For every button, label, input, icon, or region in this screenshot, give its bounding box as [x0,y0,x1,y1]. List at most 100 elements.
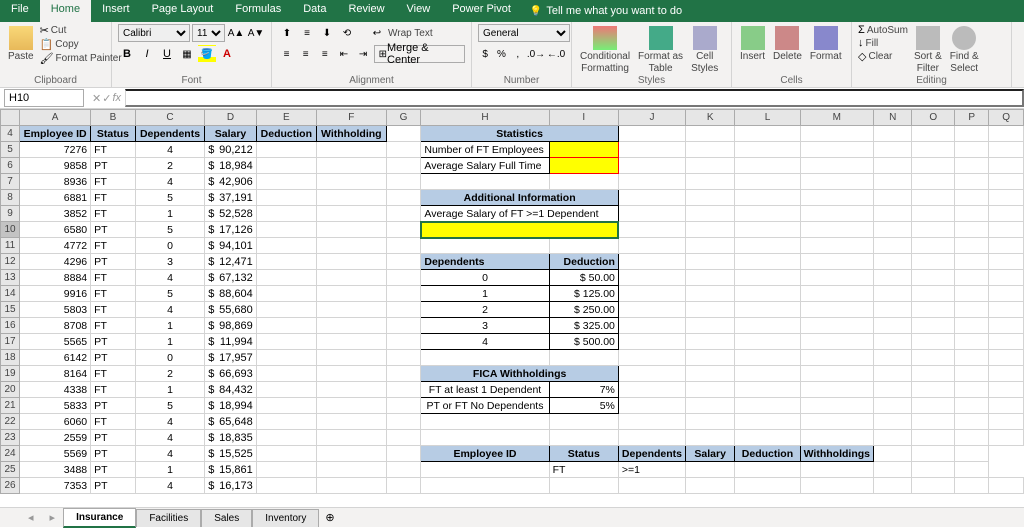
worksheet-grid[interactable]: ABCDEFGHIJKLMNOPQ 4 Employee IDStatusDep… [0,109,1024,507]
formula-bar[interactable] [125,89,1024,107]
cell[interactable]: $15,525 [205,446,256,462]
cell[interactable]: 6881 [20,190,91,206]
tab-pagelayout[interactable]: Page Layout [141,0,225,22]
cell[interactable]: 5 [135,190,205,206]
cell[interactable]: $37,191 [205,190,256,206]
cell[interactable]: 4 [135,478,205,494]
tab-file[interactable]: File [0,0,40,22]
format-cells-button[interactable]: Format [808,24,844,64]
cell[interactable]: 8708 [20,318,91,334]
cell[interactable]: Dependents [618,446,685,462]
number-format-select[interactable]: General [478,24,570,42]
cell[interactable]: $16,173 [205,478,256,494]
cell[interactable]: 4296 [20,254,91,270]
cell[interactable]: $94,101 [205,238,256,254]
inc-decimal-button[interactable]: .0→ [527,45,545,63]
cell[interactable]: $15,861 [205,462,256,478]
tab-insert[interactable]: Insert [91,0,141,22]
cell[interactable]: 1 [135,382,205,398]
cell[interactable]: 5% [549,398,618,414]
cell[interactable]: 4 [135,414,205,430]
align-center-button[interactable]: ≡ [297,45,314,63]
cell[interactable]: 5803 [20,302,91,318]
cell[interactable]: 6142 [20,350,91,366]
cell[interactable]: 9858 [20,158,91,174]
cell[interactable]: Status [91,126,136,142]
currency-button[interactable]: $ [478,45,492,63]
format-painter-button[interactable]: 🖌Format Painter [40,52,122,65]
cell[interactable]: 4772 [20,238,91,254]
cell[interactable]: PT [91,478,136,494]
cell[interactable]: 3852 [20,206,91,222]
cell[interactable]: 5 [135,286,205,302]
cell[interactable]: Number of FT Employees [421,142,549,158]
cell[interactable]: $ 500.00 [549,334,618,350]
cell[interactable]: 1 [135,334,205,350]
font-size-select[interactable]: 11 [192,24,225,42]
cell[interactable]: $17,126 [205,222,256,238]
cell[interactable]: FT [91,318,136,334]
cell[interactable] [421,462,549,478]
row-header[interactable]: 8 [1,190,20,206]
row-header[interactable]: 9 [1,206,20,222]
row-header[interactable]: 24 [1,446,20,462]
border-button[interactable]: ▦ [178,45,196,63]
cell[interactable]: 4 [135,174,205,190]
cell[interactable]: Dependents [135,126,205,142]
add-sheet-button[interactable]: ⊕ [319,509,340,526]
row-header[interactable]: 26 [1,478,20,494]
align-right-button[interactable]: ≡ [316,45,333,63]
cell[interactable]: 2 [135,366,205,382]
percent-button[interactable]: % [494,45,508,63]
sort-filter-button[interactable]: Sort &Filter [912,24,944,76]
cell[interactable]: 4 [135,430,205,446]
cell[interactable]: $65,648 [205,414,256,430]
cell[interactable]: Deduction [549,254,618,270]
cell[interactable] [549,158,618,174]
cell[interactable]: 5569 [20,446,91,462]
row-header[interactable]: 22 [1,414,20,430]
cell[interactable]: $84,432 [205,382,256,398]
fx-icon[interactable]: fx [112,92,121,105]
cell[interactable]: Deduction [256,126,316,142]
cell[interactable]: $55,680 [205,302,256,318]
row-header[interactable]: 21 [1,398,20,414]
cell[interactable]: $18,994 [205,398,256,414]
align-top-button[interactable]: ⬆ [278,24,296,42]
tab-review[interactable]: Review [337,0,395,22]
cell[interactable]: FICA Withholdings [421,366,619,382]
col-header[interactable]: E [256,110,316,126]
cell[interactable]: $11,994 [205,334,256,350]
comma-button[interactable]: , [511,45,525,63]
cell[interactable]: PT [91,222,136,238]
cell[interactable]: PT [91,462,136,478]
cell[interactable]: 7353 [20,478,91,494]
tab-view[interactable]: View [396,0,442,22]
fill-button[interactable]: ↓Fill [858,37,908,49]
cell[interactable]: 0 [421,270,549,286]
cell[interactable]: $98,869 [205,318,256,334]
col-header[interactable]: Q [989,110,1024,126]
cell[interactable]: PT or FT No Dependents [421,398,549,414]
merge-button[interactable]: ⊞ Merge & Center [374,45,465,63]
name-box[interactable] [4,89,84,107]
cell[interactable]: FT [91,382,136,398]
cell[interactable]: Employee ID [20,126,91,142]
cell[interactable]: 5 [135,222,205,238]
row-header[interactable]: 20 [1,382,20,398]
cell[interactable] [549,142,618,158]
col-header[interactable]: C [135,110,205,126]
cell[interactable]: FT [91,270,136,286]
cell[interactable]: $52,528 [205,206,256,222]
cell[interactable]: $ 125.00 [549,286,618,302]
cell[interactable]: Additional Information [421,190,619,206]
bold-button[interactable]: B [118,45,136,63]
cell[interactable]: $66,693 [205,366,256,382]
cell[interactable]: 8884 [20,270,91,286]
cell[interactable]: $17,957 [205,350,256,366]
find-select-button[interactable]: Find &Select [948,24,981,76]
cell[interactable]: 2559 [20,430,91,446]
col-header[interactable]: G [386,110,421,126]
cell[interactable]: 4 [135,302,205,318]
cell[interactable]: 4 [135,446,205,462]
